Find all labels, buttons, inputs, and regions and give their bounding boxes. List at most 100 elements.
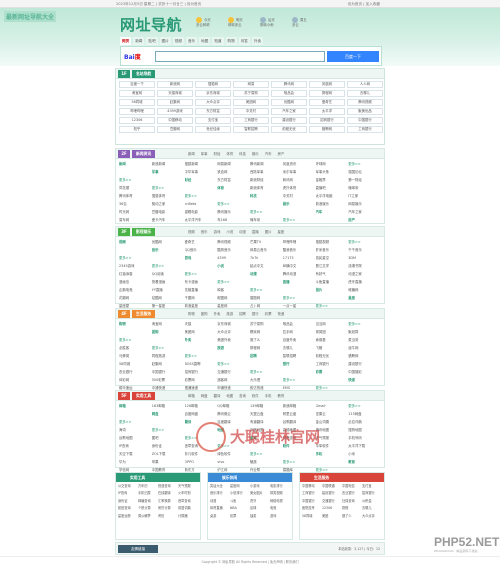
site-link[interactable]: 百度网盘 bbox=[185, 411, 218, 417]
site-link[interactable]: 交通银行 bbox=[217, 369, 250, 375]
more-link[interactable]: 更多>> bbox=[283, 217, 316, 223]
famous-site-link[interactable]: 58同城 bbox=[119, 99, 155, 106]
site-link[interactable]: 中国福彩 bbox=[348, 369, 381, 375]
site-link[interactable]: 中关村 bbox=[283, 193, 316, 199]
site-link[interactable]: 途牛网 bbox=[348, 345, 381, 351]
site-link[interactable]: 澳客网 bbox=[217, 377, 250, 383]
site-link[interactable]: 斗鱼直播 bbox=[316, 279, 349, 285]
site-link[interactable]: 游民星空 bbox=[316, 255, 349, 261]
famous-site-link[interactable]: 前程无忧 bbox=[271, 126, 307, 133]
site-link[interactable]: 窝窝团 bbox=[316, 329, 349, 335]
site-link[interactable]: 环球网 bbox=[316, 161, 349, 167]
panel-link[interactable]: 身份证 bbox=[118, 499, 138, 504]
famous-site-link[interactable]: 中关村 bbox=[233, 108, 269, 115]
section-tab[interactable]: 视频 bbox=[188, 227, 195, 237]
site-link[interactable]: 163邮箱 bbox=[152, 403, 185, 409]
site-link[interactable]: 堆糖网 bbox=[348, 287, 381, 293]
site-link[interactable]: 36氪 bbox=[119, 201, 152, 207]
site-link[interactable]: 58同城 bbox=[119, 361, 152, 367]
panel-link[interactable]: 个税计算 bbox=[138, 506, 158, 511]
site-link[interactable]: 大乐透 bbox=[250, 377, 283, 383]
more-link[interactable]: 更多>> bbox=[348, 321, 381, 327]
panel-link[interactable]: 美团 bbox=[322, 514, 342, 519]
panel-link[interactable]: 搞笑视频 bbox=[270, 491, 290, 496]
more-link[interactable]: 更多>> bbox=[250, 209, 283, 215]
panel-link[interactable]: 社保查询 bbox=[342, 499, 362, 504]
site-link[interactable]: QQ音乐 bbox=[185, 247, 218, 253]
famous-site-link[interactable]: 猎聘网 bbox=[309, 126, 345, 133]
site-link[interactable]: IT之家 bbox=[348, 193, 381, 199]
panel-link[interactable]: 电竞 bbox=[270, 506, 290, 511]
section-tab[interactable]: 小说 bbox=[226, 227, 233, 237]
site-link[interactable]: 腾讯视频 bbox=[217, 239, 250, 245]
site-link[interactable]: 139邮箱 bbox=[250, 403, 283, 409]
site-link[interactable]: 腾讯动漫 bbox=[283, 271, 316, 277]
section-tab[interactable]: 体育 bbox=[226, 149, 233, 159]
panel-link[interactable]: 医院挂号 bbox=[302, 506, 322, 511]
panel-link[interactable]: 万年历 bbox=[138, 484, 158, 489]
site-link[interactable]: 坚果云 bbox=[316, 411, 349, 417]
panel-link[interactable]: 体育直播 bbox=[210, 506, 230, 511]
site-link[interactable]: 布卡漫画 bbox=[185, 279, 218, 285]
more-link[interactable]: 更多>> bbox=[152, 185, 185, 191]
site-link[interactable]: 500彩票 bbox=[152, 377, 185, 383]
site-link[interactable]: 站酷网 bbox=[152, 295, 185, 301]
more-link[interactable]: 更多>> bbox=[185, 353, 218, 359]
famous-site-link[interactable]: 世纪佳缘 bbox=[195, 126, 231, 133]
panel-link[interactable]: 快递查询 bbox=[158, 484, 178, 489]
section-tab[interactable]: 教育 bbox=[277, 391, 284, 401]
site-link[interactable]: 纵横中文 bbox=[283, 263, 316, 269]
site-link[interactable]: 爱奇艺 bbox=[185, 239, 218, 245]
famous-site-link[interactable]: 12306 bbox=[119, 117, 155, 124]
site-title[interactable]: 网址导航 bbox=[120, 14, 182, 35]
site-link[interactable]: 企鹅电竞 bbox=[119, 287, 152, 293]
site-link[interactable]: 饿了么 bbox=[250, 337, 283, 343]
panel-link[interactable]: 农业银行 bbox=[342, 491, 362, 496]
panel-link[interactable]: 建设银行 bbox=[322, 491, 342, 496]
site-link[interactable]: YY直播 bbox=[152, 287, 185, 293]
site-link[interactable]: 搜狐体育 bbox=[152, 193, 185, 199]
site-link[interactable]: 太平洋电脑 bbox=[316, 193, 349, 199]
site-link[interactable]: 虎牙直播 bbox=[348, 279, 381, 285]
site-link[interactable]: 115网盘 bbox=[348, 411, 381, 417]
tab-qa[interactable]: 问答 bbox=[238, 37, 250, 45]
site-link[interactable]: 必胜客 bbox=[119, 345, 152, 351]
site-link[interactable]: 新浪财经 bbox=[250, 177, 283, 183]
site-link[interactable]: QQ阅读 bbox=[152, 271, 185, 277]
site-link[interactable]: 优酷网 bbox=[152, 239, 185, 245]
site-link[interactable]: 懂球帝 bbox=[348, 185, 381, 191]
site-link[interactable]: 麦当劳 bbox=[348, 337, 381, 343]
famous-site-link[interactable]: 豆瓣网 bbox=[157, 126, 193, 133]
site-link[interactable]: BOSS直聘 bbox=[185, 361, 218, 367]
panel-link[interactable]: 星座网 bbox=[230, 484, 250, 489]
site-link[interactable]: 海词 bbox=[119, 427, 152, 433]
panel-link[interactable]: 航班查询 bbox=[118, 506, 138, 511]
site-link[interactable]: 新浪娱乐 bbox=[316, 201, 349, 207]
more-link[interactable]: 更多>> bbox=[283, 459, 316, 465]
famous-site-link[interactable]: 优酷网 bbox=[271, 99, 307, 106]
site-link[interactable]: 豆瓣电影 bbox=[152, 209, 185, 215]
site-link[interactable]: 芒果TV bbox=[250, 239, 283, 245]
section-tab[interactable]: 娱乐 bbox=[252, 149, 259, 159]
panel-link[interactable]: 动漫 bbox=[210, 499, 230, 504]
site-link[interactable]: 漫画岛 bbox=[119, 279, 152, 285]
site-link[interactable]: QQ邮箱 bbox=[217, 403, 250, 409]
site-link[interactable]: 有妖气 bbox=[316, 271, 349, 277]
site-link[interactable]: 懂车帝 bbox=[250, 217, 283, 223]
famous-site-link[interactable]: 搜狐网 bbox=[195, 81, 231, 88]
panel-link[interactable]: 中国电信 bbox=[342, 484, 362, 489]
site-link[interactable]: 西陆军事 bbox=[250, 169, 283, 175]
panel-link[interactable]: 笑话大全 bbox=[210, 484, 230, 489]
site-link[interactable]: 太平洋汽车 bbox=[185, 217, 218, 223]
section-tab[interactable]: 音乐 bbox=[201, 227, 208, 237]
site-link[interactable]: 腾讯微云 bbox=[217, 411, 250, 417]
section-tab[interactable]: 汽车 bbox=[265, 149, 272, 159]
famous-site-link[interactable]: 网易 bbox=[233, 81, 269, 88]
site-link[interactable]: 淘宝网 bbox=[152, 321, 185, 327]
site-link[interactable]: 聚划算 bbox=[348, 329, 381, 335]
section-tab[interactable]: 购物 bbox=[188, 309, 195, 319]
more-link[interactable]: 更多>> bbox=[283, 295, 316, 301]
tab-tieba[interactable]: 贴吧 bbox=[146, 37, 158, 45]
panel-link[interactable]: 小说排行 bbox=[230, 491, 250, 496]
famous-site-link[interactable]: 中国银行 bbox=[347, 117, 383, 124]
